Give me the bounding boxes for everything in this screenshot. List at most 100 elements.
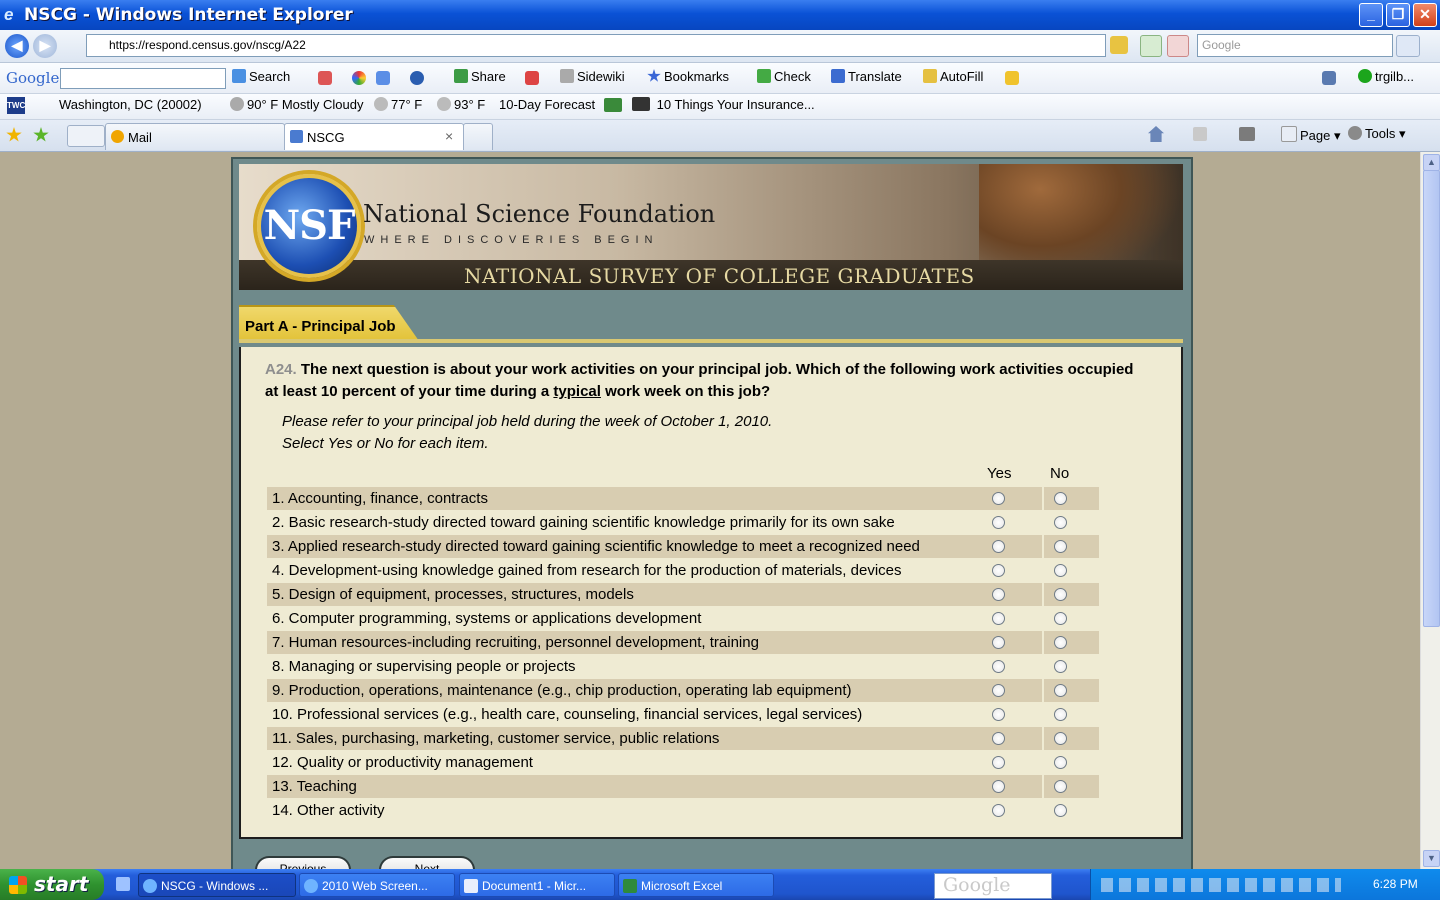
- no-radio[interactable]: [1054, 708, 1067, 721]
- activity-label: 5. Design of equipment, processes, struc…: [267, 583, 984, 606]
- no-radio[interactable]: [1054, 492, 1067, 505]
- mail-icon: [111, 130, 124, 143]
- weather-current[interactable]: 90° F Mostly Cloudy: [230, 97, 363, 112]
- plus-icon[interactable]: [376, 71, 390, 85]
- tab-nscg[interactable]: NSCG ×: [284, 123, 464, 150]
- start-button[interactable]: start: [0, 869, 104, 900]
- tools-menu[interactable]: Tools ▾: [1348, 126, 1406, 142]
- scroll-thumb[interactable]: [1423, 170, 1440, 627]
- minimize-button[interactable]: _: [1359, 3, 1383, 27]
- chrome-icon[interactable]: [352, 71, 366, 85]
- google-desktop-search[interactable]: Google: [934, 873, 1052, 899]
- quicklaunch-icon[interactable]: [116, 877, 130, 891]
- lock-icon[interactable]: [1110, 36, 1128, 54]
- new-tab-button[interactable]: [463, 123, 493, 150]
- close-tab-icon[interactable]: ×: [445, 128, 453, 144]
- tab-mail[interactable]: Mail: [105, 123, 285, 150]
- address-row: ◀ ▶ https://respond.census.gov/nscg/A22 …: [0, 30, 1440, 63]
- add-favorites-icon[interactable]: [33, 127, 49, 142]
- no-radio[interactable]: [1054, 540, 1067, 553]
- back-button[interactable]: ◀: [5, 34, 29, 58]
- yes-radio[interactable]: [992, 804, 1005, 817]
- wrench-icon[interactable]: [1322, 71, 1336, 85]
- maximize-button[interactable]: ❐: [1386, 3, 1410, 27]
- task-web-screen[interactable]: 2010 Web Screen...: [299, 873, 455, 897]
- yes-radio[interactable]: [992, 732, 1005, 745]
- yes-radio[interactable]: [992, 540, 1005, 553]
- search-input[interactable]: Google: [1197, 34, 1393, 57]
- toolbar-sidewiki[interactable]: Sidewiki: [560, 69, 625, 84]
- stop-icon[interactable]: [1167, 35, 1189, 57]
- no-cell: [1044, 583, 1099, 606]
- favorites-star-icon[interactable]: [6, 127, 22, 142]
- scroll-up-arrow[interactable]: ▲: [1423, 154, 1440, 171]
- google-search-input[interactable]: [60, 68, 226, 89]
- weather-temp-3[interactable]: 93° F: [437, 97, 485, 112]
- no-radio[interactable]: [1054, 756, 1067, 769]
- yes-radio[interactable]: [992, 612, 1005, 625]
- close-button[interactable]: ✕: [1413, 3, 1437, 27]
- activity-label: 10. Professional services (e.g., health …: [272, 706, 863, 723]
- forecast-link[interactable]: 10-Day Forecast: [499, 97, 595, 112]
- home-icon[interactable]: [1148, 126, 1164, 142]
- map-icon[interactable]: [604, 98, 622, 112]
- toolbar-bookmarks[interactable]: Bookmarks: [647, 69, 729, 84]
- gear-icon: [1348, 126, 1362, 140]
- search-icon: [232, 69, 246, 83]
- next-button[interactable]: Next: [379, 856, 475, 869]
- task-document1[interactable]: Document1 - Micr...: [459, 873, 615, 897]
- no-radio[interactable]: [1054, 612, 1067, 625]
- task-nscg[interactable]: NSCG - Windows ...: [138, 873, 296, 897]
- yes-radio[interactable]: [992, 492, 1005, 505]
- toolbar-share[interactable]: Share: [454, 69, 506, 84]
- popup-blocker-icon[interactable]: [525, 71, 539, 85]
- no-radio[interactable]: [1054, 564, 1067, 577]
- no-radio[interactable]: [1054, 804, 1067, 817]
- yes-radio[interactable]: [992, 780, 1005, 793]
- highlighter-icon[interactable]: [1005, 71, 1019, 85]
- yes-radio[interactable]: [992, 588, 1005, 601]
- no-radio[interactable]: [1054, 684, 1067, 697]
- toolbar-translate[interactable]: Translate: [831, 69, 902, 84]
- task-excel[interactable]: Microsoft Excel: [618, 873, 774, 897]
- no-radio[interactable]: [1054, 516, 1067, 529]
- page-menu[interactable]: Page ▾: [1281, 126, 1341, 144]
- no-cell: [1044, 703, 1099, 726]
- location-select[interactable]: Washington, DC (20002): [59, 97, 202, 112]
- vertical-scrollbar[interactable]: ▲ ▼: [1420, 152, 1440, 869]
- yes-radio[interactable]: [992, 564, 1005, 577]
- no-radio[interactable]: [1054, 732, 1067, 745]
- no-radio[interactable]: [1054, 588, 1067, 601]
- yes-radio[interactable]: [992, 684, 1005, 697]
- news-icon[interactable]: [318, 71, 332, 85]
- news-link[interactable]: 10 Things Your Insurance...: [632, 97, 815, 112]
- forward-button[interactable]: ▶: [33, 34, 57, 58]
- toolbar-check[interactable]: Check: [757, 69, 811, 84]
- no-radio[interactable]: [1054, 660, 1067, 673]
- address-bar[interactable]: https://respond.census.gov/nscg/A22: [86, 34, 1106, 57]
- toolbar-user[interactable]: trgilb...: [1358, 69, 1414, 84]
- dell-icon[interactable]: [410, 71, 424, 85]
- spellcheck-icon: [757, 69, 771, 83]
- twc-logo[interactable]: TWC: [7, 97, 25, 114]
- clock[interactable]: 6:28 PM: [1373, 877, 1418, 891]
- yes-radio[interactable]: [992, 756, 1005, 769]
- toolbar-autofill[interactable]: AutoFill: [923, 69, 983, 84]
- search-icon[interactable]: [1396, 35, 1420, 57]
- refresh-icon[interactable]: [1140, 35, 1162, 57]
- yes-radio[interactable]: [992, 636, 1005, 649]
- tray-icons[interactable]: [1101, 878, 1341, 892]
- title-bar: e NSCG - Windows Internet Explorer _ ❐ ✕: [0, 0, 1440, 30]
- yes-radio[interactable]: [992, 708, 1005, 721]
- print-icon[interactable]: [1239, 127, 1255, 141]
- quick-tabs-icon[interactable]: [67, 125, 105, 147]
- yes-radio[interactable]: [992, 516, 1005, 529]
- scroll-down-arrow[interactable]: ▼: [1423, 850, 1440, 867]
- no-radio[interactable]: [1054, 780, 1067, 793]
- yes-radio[interactable]: [992, 660, 1005, 673]
- feeds-icon[interactable]: [1193, 127, 1207, 141]
- previous-button[interactable]: Previous: [255, 856, 351, 869]
- weather-temp-2[interactable]: 77° F: [374, 97, 422, 112]
- toolbar-search[interactable]: Search: [232, 69, 290, 84]
- no-radio[interactable]: [1054, 636, 1067, 649]
